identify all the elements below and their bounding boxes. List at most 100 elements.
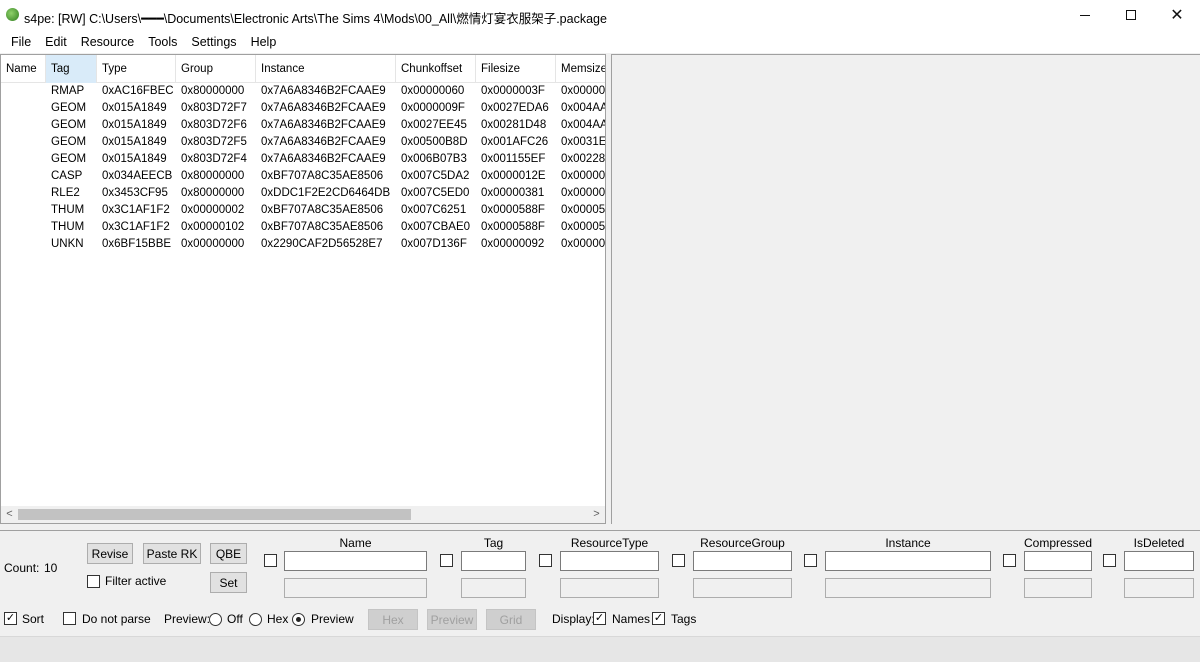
menu-settings[interactable]: Settings <box>184 35 243 49</box>
table-row[interactable]: GEOM 0x015A1849 0x803D72F7 0x7A6A8346B2FCAA… <box>1 100 605 117</box>
cell-tag: GEOM <box>51 136 87 148</box>
scroll-right-icon[interactable]: > <box>588 506 605 523</box>
cell-instance: 0x2290CAF2D56528E7 <box>261 238 383 250</box>
cell-group: 0x80000000 <box>181 170 245 182</box>
table-row[interactable]: RLE2 0x3453CF95 0x80000000 0xDDC1F2E2CD6464… <box>1 185 606 202</box>
preview-preview-radio[interactable] <box>292 613 305 626</box>
field-label-resourcegroup: ResourceGroup <box>700 536 785 550</box>
display-label: Display: <box>552 612 595 626</box>
isdeleted-filter-checkbox[interactable] <box>1103 554 1116 567</box>
cell-group: 0x00000002 <box>181 204 245 216</box>
preview-mode-label: Preview: <box>164 612 211 626</box>
do-not-parse-checkbox[interactable] <box>63 612 76 625</box>
cell-type: 0x3453CF95 <box>102 187 168 199</box>
preview-off-radio[interactable] <box>209 613 222 626</box>
sort-checkbox[interactable]: ✓ <box>4 612 17 625</box>
cell-tag: THUM <box>51 204 85 216</box>
cell-memsize: 0x004AA <box>561 119 606 131</box>
cell-group: 0x803D72F6 <box>181 119 247 131</box>
resourcetype-filter-checkbox[interactable] <box>539 554 552 567</box>
filter-active-label: Filter active <box>105 574 167 588</box>
tag-value-field[interactable] <box>461 578 526 598</box>
table-row[interactable]: GEOM 0x015A1849 0x803D72F5 0x7A6A8346B2FCAA… <box>1 134 605 151</box>
menu-bar: File Edit Resource Tools Settings Help <box>0 30 1200 53</box>
name-filter-checkbox[interactable] <box>264 554 277 567</box>
minimize-button[interactable] <box>1062 0 1108 30</box>
cell-tag: THUM <box>51 221 85 233</box>
menu-help[interactable]: Help <box>244 35 284 49</box>
menu-tools[interactable]: Tools <box>141 35 184 49</box>
cell-instance: 0x7A6A8346B2FCAAE9 <box>261 102 386 114</box>
name-value-field[interactable] <box>284 578 427 598</box>
cell-chunkoffset: 0x007C6251 <box>401 204 467 216</box>
compressed-filter-input[interactable] <box>1024 551 1092 571</box>
resourcetype-value-field[interactable] <box>560 578 659 598</box>
column-header-tag[interactable]: Tag <box>46 55 97 83</box>
column-header-name[interactable]: Name <box>1 55 46 83</box>
instance-value-field[interactable] <box>825 578 991 598</box>
menu-edit[interactable]: Edit <box>38 35 74 49</box>
preview-hex-radio[interactable] <box>249 613 262 626</box>
grid-button[interactable]: Grid <box>486 609 536 630</box>
cell-filesize: 0x00281D48 <box>481 119 547 131</box>
tag-filter-input[interactable] <box>461 551 526 571</box>
column-header-memsize[interactable]: Memsize <box>556 55 605 83</box>
column-header-group[interactable]: Group <box>176 55 256 83</box>
scroll-left-icon[interactable]: < <box>1 506 18 523</box>
close-button[interactable]: ✕ <box>1154 0 1200 30</box>
resourcegroup-filter-checkbox[interactable] <box>672 554 685 567</box>
cell-name <box>1 117 46 134</box>
table-row[interactable]: GEOM 0x015A1849 0x803D72F6 0x7A6A8346B2FCAA… <box>1 117 606 134</box>
horizontal-scrollbar[interactable]: < > <box>1 506 605 523</box>
table-row[interactable]: UNKN 0x6BF15BBE 0x00000000 0x2290CAF2D56528… <box>1 236 605 253</box>
cell-instance: 0xBF707A8C35AE8506 <box>261 170 384 182</box>
panel-divider[interactable] <box>0 530 1200 531</box>
resourcegroup-filter-input[interactable] <box>693 551 792 571</box>
cell-group: 0x803D72F5 <box>181 136 247 148</box>
cell-filesize: 0x00000092 <box>481 238 545 250</box>
revise-button[interactable]: Revise <box>87 543 133 564</box>
names-checkbox[interactable]: ✓ <box>593 612 606 625</box>
cell-memsize: 0x00000 <box>561 187 606 199</box>
instance-filter-checkbox[interactable] <box>804 554 817 567</box>
menu-file[interactable]: File <box>4 35 38 49</box>
resource-list[interactable]: Name Tag Type Group Instance Chunkoffset… <box>0 54 606 524</box>
cell-memsize: 0x00005 <box>561 204 606 216</box>
isdeleted-value-field[interactable] <box>1124 578 1194 598</box>
cell-chunkoffset: 0x00500B8D <box>401 136 468 148</box>
column-header-filesize[interactable]: Filesize <box>476 55 556 83</box>
cell-filesize: 0x0000588F <box>481 221 545 233</box>
table-row[interactable]: THUM 0x3C1AF1F2 0x00000002 0xBF707A8C35AE85… <box>1 202 606 219</box>
cell-name <box>1 151 46 168</box>
menu-resource[interactable]: Resource <box>74 35 142 49</box>
cell-name <box>1 202 46 219</box>
hex-button[interactable]: Hex <box>368 609 418 630</box>
column-header-type[interactable]: Type <box>97 55 176 83</box>
filter-active-checkbox[interactable] <box>87 575 100 588</box>
table-row[interactable]: RMAP 0xAC16FBEC 0x80000000 0x7A6A8346B2FCAA… <box>1 83 605 100</box>
preview-button[interactable]: Preview <box>427 609 477 630</box>
table-row[interactable]: THUM 0x3C1AF1F2 0x00000102 0xBF707A8C35AE85… <box>1 219 605 236</box>
resourcetype-filter-input[interactable] <box>560 551 659 571</box>
column-header-instance[interactable]: Instance <box>256 55 396 83</box>
list-header: Name Tag Type Group Instance Chunkoffset… <box>1 55 605 83</box>
cell-type: 0x015A1849 <box>102 153 167 165</box>
compressed-value-field[interactable] <box>1024 578 1092 598</box>
instance-filter-input[interactable] <box>825 551 991 571</box>
tag-filter-checkbox[interactable] <box>440 554 453 567</box>
scrollbar-thumb[interactable] <box>18 509 411 520</box>
app-icon <box>6 8 19 21</box>
tags-checkbox[interactable]: ✓ <box>652 612 665 625</box>
cell-chunkoffset: 0x007CBAE0 <box>401 221 471 233</box>
table-row[interactable]: GEOM 0x015A1849 0x803D72F4 0x7A6A8346B2FCAA… <box>1 151 605 168</box>
paste-rk-button[interactable]: Paste RK <box>143 543 201 564</box>
isdeleted-filter-input[interactable] <box>1124 551 1194 571</box>
maximize-button[interactable] <box>1108 0 1154 30</box>
qbe-button[interactable]: QBE <box>210 543 247 564</box>
compressed-filter-checkbox[interactable] <box>1003 554 1016 567</box>
name-filter-input[interactable] <box>284 551 427 571</box>
set-button[interactable]: Set <box>210 572 247 593</box>
resourcegroup-value-field[interactable] <box>693 578 792 598</box>
column-header-chunkoffset[interactable]: Chunkoffset <box>396 55 476 83</box>
table-row[interactable]: CASP 0x034AEECB 0x80000000 0xBF707A8C35AE85… <box>1 168 605 185</box>
